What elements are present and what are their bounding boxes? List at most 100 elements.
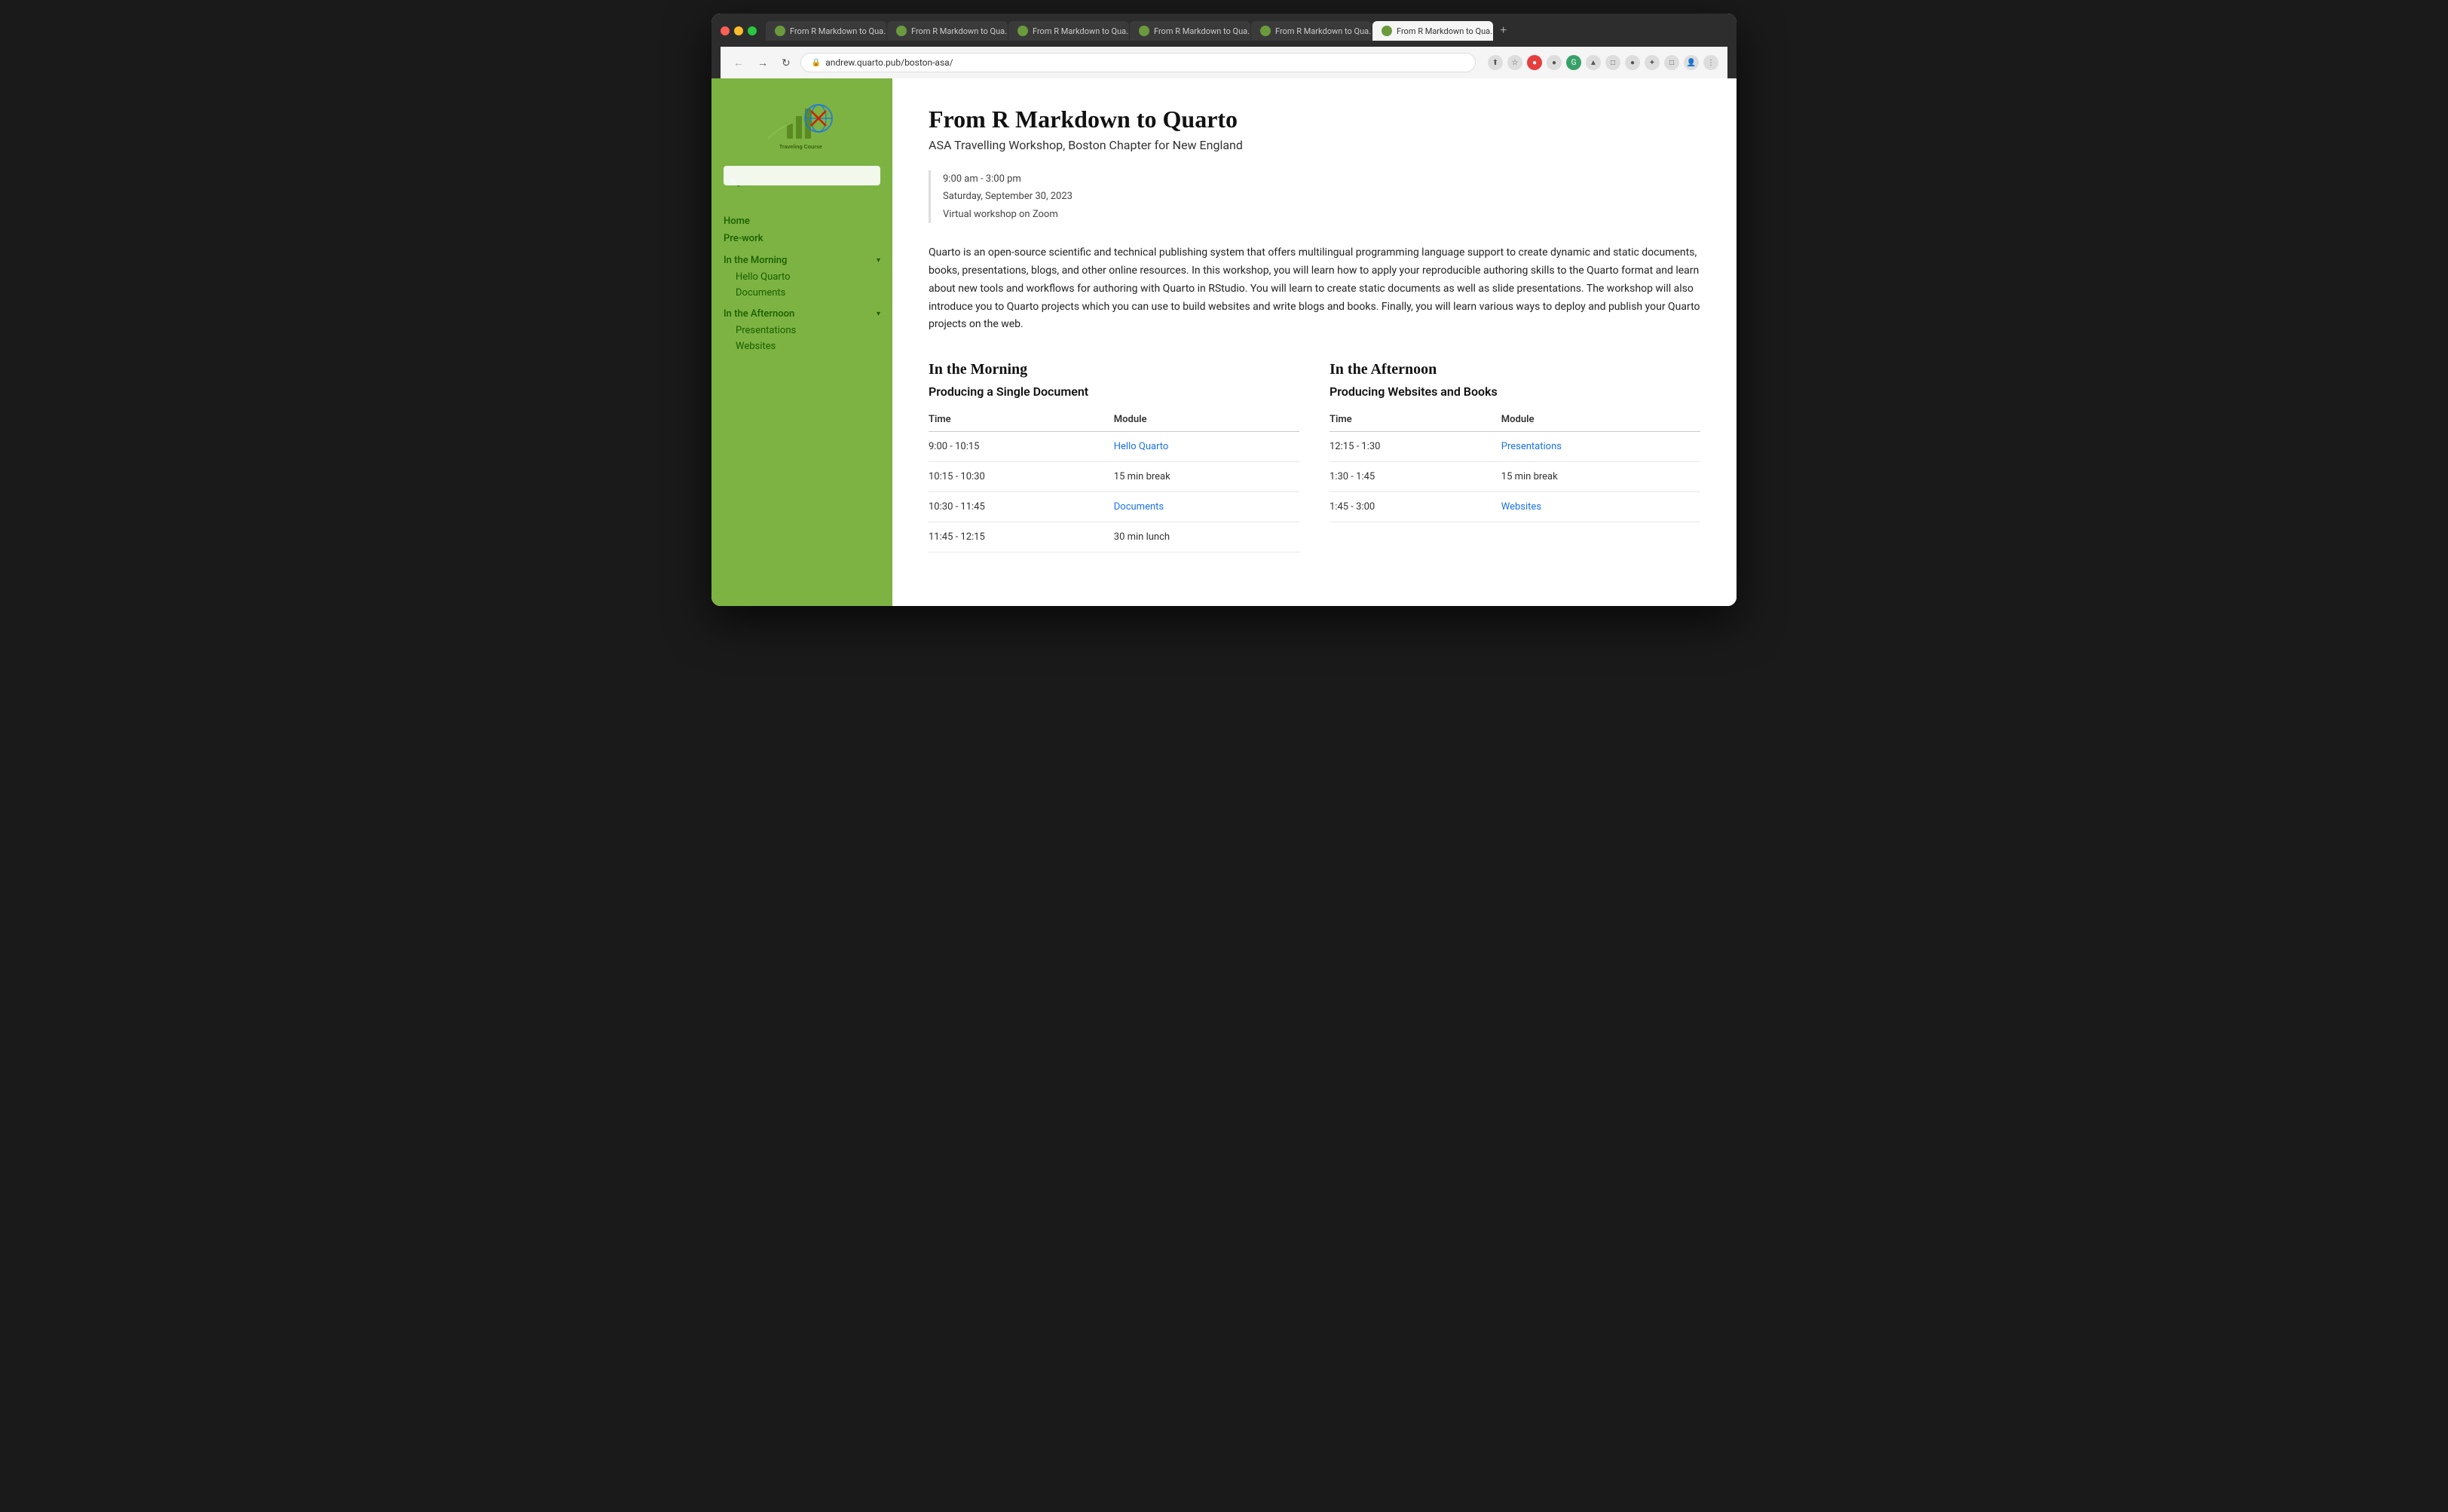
browser-tab-active[interactable]: From R Markdown to Qua... ✕: [1372, 21, 1493, 41]
asa-logo-svg: Traveling Course: [764, 97, 840, 150]
chevron-down-icon-2: ▾: [877, 310, 880, 318]
sidebar-section-afternoon: In the Afternoon ▾ Presentations Website…: [724, 305, 880, 354]
sidebar-section-morning-header[interactable]: In the Morning ▾: [724, 252, 880, 269]
afternoon-col-time: Time: [1330, 408, 1501, 432]
close-button[interactable]: [721, 26, 730, 35]
morning-section: In the Morning Producing a Single Docume…: [929, 361, 1299, 552]
new-tab-button[interactable]: +: [1494, 21, 1513, 41]
morning-col-time: Time: [929, 408, 1114, 432]
browser-tab[interactable]: From R Markdown to Qua... ✕: [1008, 21, 1129, 41]
bookmark-icon[interactable]: ☆: [1507, 55, 1522, 70]
table-row: 1:45 - 3:00 Websites: [1330, 492, 1700, 522]
sidebar-section-afternoon-header[interactable]: In the Afternoon ▾: [724, 305, 880, 323]
sidebar-morning-label: In the Morning: [724, 255, 787, 266]
extension-icon-3[interactable]: G: [1566, 55, 1581, 70]
time-cell: 10:15 - 10:30: [929, 462, 1114, 492]
tab-label: From R Markdown to Qua...: [1397, 26, 1493, 36]
tab-favicon: [1017, 26, 1028, 36]
page-subtitle: ASA Travelling Workshop, Boston Chapter …: [929, 138, 1700, 152]
toolbar-icons: ⬆ ☆ ● ● G ▲ □ ● ✦ □ 👤 ⋮: [1488, 55, 1718, 70]
description: Quarto is an open-source scientific and …: [929, 244, 1700, 334]
extension-icon-4[interactable]: ▲: [1586, 55, 1601, 70]
afternoon-section: In the Afternoon Producing Websites and …: [1330, 361, 1700, 552]
sidebar-item-hello-quarto[interactable]: Hello Quarto: [736, 269, 880, 285]
back-button[interactable]: ←: [730, 55, 748, 70]
module-link[interactable]: Websites: [1501, 501, 1541, 513]
lock-icon: 🔒: [812, 59, 821, 67]
module-link[interactable]: Hello Quarto: [1114, 441, 1169, 452]
reload-button[interactable]: ↻: [778, 55, 794, 71]
browser-tab[interactable]: From R Markdown to Qua... ✕: [1130, 21, 1250, 41]
extension-icon-1[interactable]: ●: [1527, 55, 1542, 70]
browser-tab[interactable]: From R Markdown to Qua... ✕: [887, 21, 1008, 41]
menu-icon[interactable]: ⋮: [1703, 55, 1718, 70]
chevron-down-icon: ▾: [877, 256, 880, 265]
afternoon-subsection-title: Producing Websites and Books: [1330, 384, 1700, 399]
morning-subsection-title: Producing a Single Document: [929, 384, 1299, 399]
extension-icon-7[interactable]: ✦: [1645, 55, 1660, 70]
tab-favicon: [1260, 26, 1271, 36]
time-cell: 9:00 - 10:15: [929, 432, 1114, 462]
extension-icon-2[interactable]: ●: [1547, 55, 1562, 70]
sidebar: Traveling Course 🔍 Home Pre-work In the …: [711, 78, 892, 606]
extension-icon-5[interactable]: □: [1605, 55, 1620, 70]
module-link[interactable]: Documents: [1114, 501, 1164, 513]
morning-section-title: In the Morning: [929, 361, 1299, 378]
sidebar-afternoon-children: Presentations Websites: [724, 323, 880, 354]
event-date: Saturday, September 30, 2023: [943, 188, 1700, 205]
browser-tab[interactable]: From R Markdown to Qua... ✕: [766, 21, 886, 41]
address-text: andrew.quarto.pub/boston-asa/: [825, 57, 953, 68]
traffic-lights: [721, 26, 757, 35]
browser-tab[interactable]: From R Markdown to Qua... ✕: [1251, 21, 1372, 41]
tab-label: From R Markdown to Qua...: [1033, 26, 1129, 36]
morning-table: Time Module 9:00 - 10:15 Hello Quarto 10…: [929, 408, 1299, 552]
browser-tabs: From R Markdown to Qua... ✕ From R Markd…: [766, 21, 1727, 41]
forward-button[interactable]: →: [754, 55, 772, 70]
browser-titlebar: From R Markdown to Qua... ✕ From R Markd…: [711, 14, 1737, 78]
table-row: 10:30 - 11:45 Documents: [929, 492, 1299, 522]
tab-label: From R Markdown to Qua...: [790, 26, 886, 36]
maximize-button[interactable]: [748, 26, 757, 35]
svg-text:Traveling Course: Traveling Course: [779, 145, 822, 150]
browser-window: From R Markdown to Qua... ✕ From R Markd…: [711, 14, 1737, 606]
afternoon-section-title: In the Afternoon: [1330, 361, 1700, 378]
share-icon[interactable]: ⬆: [1488, 55, 1503, 70]
event-location: Virtual workshop on Zoom: [943, 206, 1700, 223]
tab-favicon: [896, 26, 907, 36]
tab-label: From R Markdown to Qua...: [1275, 26, 1372, 36]
schedule-grid: In the Morning Producing a Single Docume…: [929, 361, 1700, 552]
sidebar-item-documents[interactable]: Documents: [736, 285, 880, 301]
extension-icon-8[interactable]: □: [1664, 55, 1679, 70]
module-cell: 15 min break: [1114, 462, 1299, 492]
sidebar-item-presentations[interactable]: Presentations: [736, 323, 880, 338]
event-time: 9:00 am - 3:00 pm: [943, 170, 1700, 188]
time-cell: 12:15 - 1:30: [1330, 432, 1501, 462]
address-bar[interactable]: 🔒 andrew.quarto.pub/boston-asa/: [800, 53, 1476, 72]
search-wrapper: 🔍: [724, 166, 880, 199]
tab-favicon: [1139, 26, 1149, 36]
extension-icon-6[interactable]: ●: [1625, 55, 1640, 70]
event-details: 9:00 am - 3:00 pm Saturday, September 30…: [929, 170, 1700, 223]
time-cell: 10:30 - 11:45: [929, 492, 1114, 522]
sidebar-afternoon-label: In the Afternoon: [724, 308, 794, 320]
tab-label: From R Markdown to Qua...: [911, 26, 1008, 36]
sidebar-item-websites[interactable]: Websites: [736, 338, 880, 354]
table-row: 12:15 - 1:30 Presentations: [1330, 432, 1700, 462]
sidebar-item-home[interactable]: Home: [724, 213, 880, 230]
profile-icon[interactable]: 👤: [1684, 55, 1699, 70]
module-link[interactable]: Presentations: [1501, 441, 1562, 452]
tab-label: From R Markdown to Qua...: [1154, 26, 1250, 36]
time-cell: 11:45 - 12:15: [929, 522, 1114, 552]
module-cell: 15 min break: [1501, 462, 1700, 492]
sidebar-morning-children: Hello Quarto Documents: [724, 269, 880, 301]
search-input[interactable]: [724, 166, 880, 185]
page-title: From R Markdown to Quarto: [929, 106, 1700, 133]
morning-col-module: Module: [1114, 408, 1299, 432]
browser-controls: From R Markdown to Qua... ✕ From R Markd…: [721, 21, 1727, 41]
browser-addressbar: ← → ↻ 🔒 andrew.quarto.pub/boston-asa/ ⬆ …: [721, 47, 1727, 78]
main-content: From R Markdown to Quarto ASA Travelling…: [892, 78, 1737, 606]
table-row: 10:15 - 10:30 15 min break: [929, 462, 1299, 492]
tab-favicon: [1382, 26, 1392, 36]
minimize-button[interactable]: [734, 26, 743, 35]
sidebar-item-prework[interactable]: Pre-work: [724, 230, 880, 247]
